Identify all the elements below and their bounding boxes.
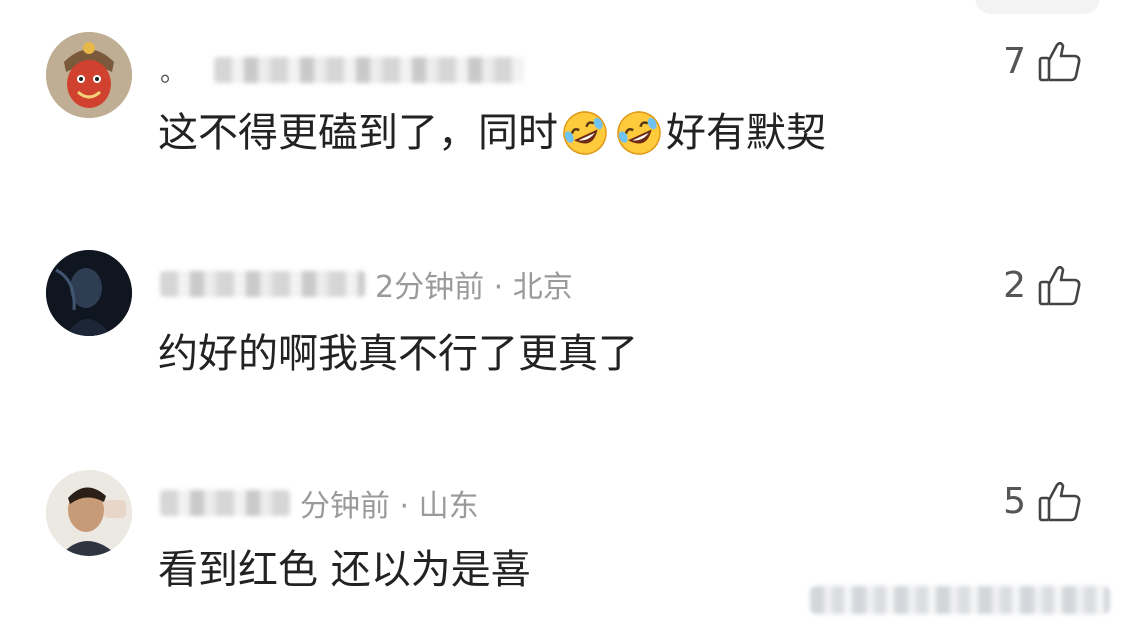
thumbs-up-icon[interactable] bbox=[1036, 261, 1084, 309]
comment-text-part: 这不得更磕到了，同时 bbox=[158, 110, 558, 156]
avatar[interactable] bbox=[46, 250, 132, 336]
comment-meta: 。 bbox=[160, 50, 534, 90]
thumbs-up-icon[interactable] bbox=[1036, 37, 1084, 85]
username-prefix: 。 bbox=[160, 57, 187, 88]
comment-meta: 分钟前 · 山东 bbox=[160, 483, 479, 524]
comment-item: 。 这不得更磕到了，同时 好有默契 7 bbox=[0, 0, 1130, 200]
comment-text-part: 看到红色 还以为是喜 bbox=[158, 547, 531, 593]
like-count: 7 bbox=[1003, 40, 1026, 82]
comment-time-location: 分钟前 · 山东 bbox=[300, 489, 479, 524]
username-redacted[interactable] bbox=[160, 271, 365, 297]
comment-list: 。 这不得更磕到了，同时 好有默契 7 2分钟前 · 北京 约好的啊我真不行了更… bbox=[0, 0, 1130, 625]
username-redacted[interactable] bbox=[160, 490, 290, 516]
watermark-redacted bbox=[810, 586, 1110, 614]
like-count: 2 bbox=[1003, 264, 1026, 306]
comment-text: 看到红色 还以为是喜 bbox=[158, 546, 531, 594]
comment-meta: 2分钟前 · 北京 bbox=[160, 264, 573, 305]
comment-time-location: 2分钟前 · 北京 bbox=[375, 270, 573, 305]
like-button[interactable]: 2 bbox=[1000, 257, 1084, 313]
like-button[interactable]: 5 bbox=[1000, 473, 1084, 529]
comment-text: 约好的啊我真不行了更真了 bbox=[158, 330, 638, 378]
avatar[interactable] bbox=[46, 470, 132, 556]
comment-text: 这不得更磕到了，同时 好有默契 bbox=[158, 108, 826, 158]
rolling-on-floor-laughing-icon bbox=[614, 108, 664, 158]
like-count: 5 bbox=[1003, 480, 1026, 522]
like-button[interactable]: 7 bbox=[1000, 33, 1084, 89]
avatar[interactable] bbox=[46, 32, 132, 118]
thumbs-up-icon[interactable] bbox=[1036, 477, 1084, 525]
comment-text-part: 好有默契 bbox=[666, 110, 826, 156]
rolling-on-floor-laughing-icon bbox=[560, 108, 610, 158]
comment-item: 2分钟前 · 北京 约好的啊我真不行了更真了 2 bbox=[0, 222, 1130, 422]
username-redacted[interactable] bbox=[214, 57, 525, 83]
comment-text-part: 约好的啊我真不行了更真了 bbox=[158, 331, 638, 377]
